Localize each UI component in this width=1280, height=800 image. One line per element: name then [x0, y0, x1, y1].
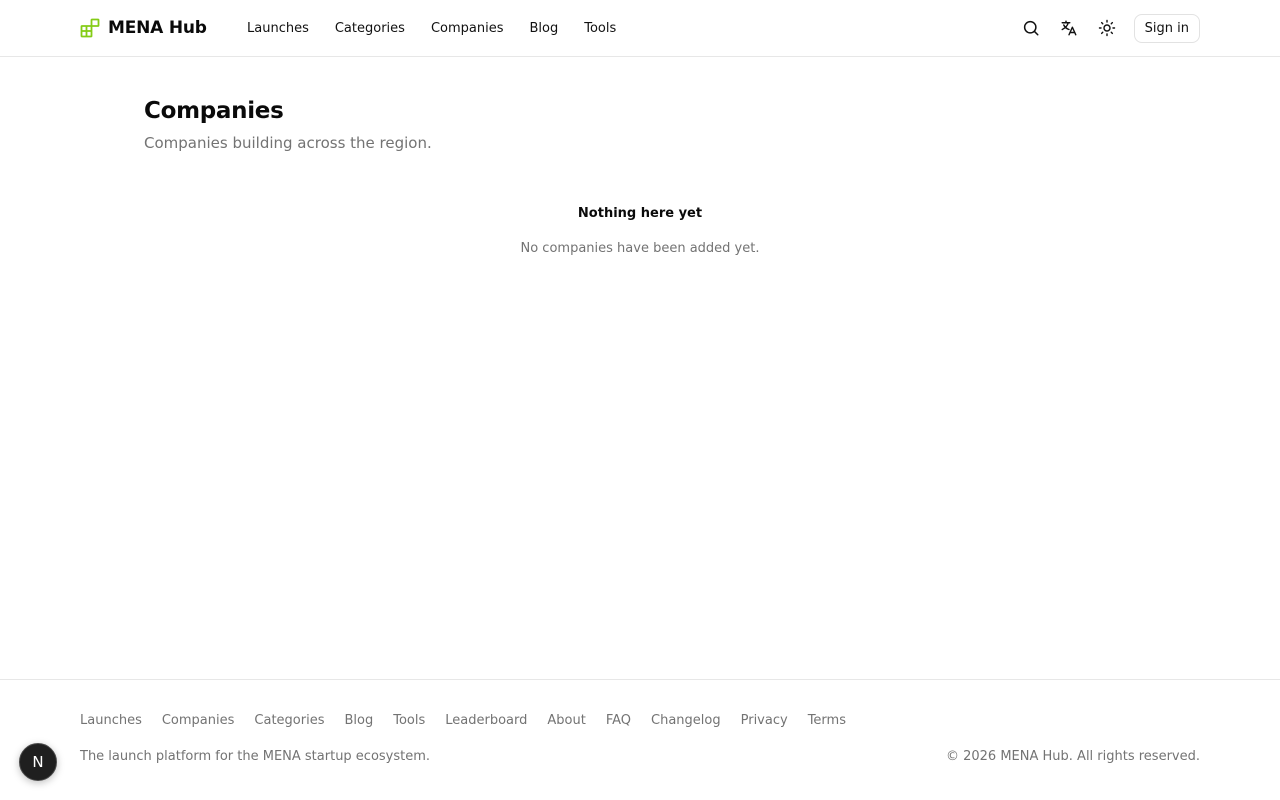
language-button[interactable]: [1058, 17, 1080, 39]
nav-categories[interactable]: Categories: [335, 21, 405, 36]
empty-state-text: No companies have been added yet.: [520, 241, 760, 256]
footer-nav: Launches Companies Categories Blog Tools…: [80, 713, 846, 728]
brand-link[interactable]: MENA Hub: [80, 16, 207, 40]
footer-link-companies[interactable]: Companies: [162, 713, 235, 728]
nav-tools[interactable]: Tools: [584, 21, 616, 36]
footer-link-categories[interactable]: Categories: [254, 713, 324, 728]
footer-link-blog[interactable]: Blog: [344, 713, 373, 728]
brand-name: MENA Hub: [108, 18, 207, 38]
footer-link-tools[interactable]: Tools: [393, 713, 425, 728]
main-nav: Launches Categories Companies Blog Tools: [247, 17, 616, 39]
search-button[interactable]: [1020, 17, 1042, 39]
translate-icon: [1061, 20, 1077, 36]
footer-link-terms[interactable]: Terms: [808, 713, 846, 728]
empty-state: Nothing here yet No companies have been …: [144, 206, 1136, 256]
sign-in-button[interactable]: Sign in: [1133, 13, 1200, 43]
footer-link-leaderboard[interactable]: Leaderboard: [445, 713, 527, 728]
footer-link-launches[interactable]: Launches: [80, 713, 142, 728]
footer-tagline: The launch platform for the MENA startup…: [80, 749, 431, 764]
footer-copyright: © 2026 MENA Hub. All rights reserved.: [945, 749, 1200, 764]
nav-blog[interactable]: Blog: [529, 21, 558, 36]
header-actions: Sign in: [1020, 13, 1200, 43]
footer-link-about[interactable]: About: [547, 713, 585, 728]
page-subtitle: Companies building across the region.: [144, 134, 432, 152]
footer-link-privacy[interactable]: Privacy: [741, 713, 788, 728]
footer-link-changelog[interactable]: Changelog: [651, 713, 721, 728]
theme-toggle-button[interactable]: [1096, 17, 1118, 39]
nextjs-devtools-button[interactable]: N: [19, 743, 57, 781]
nav-companies[interactable]: Companies: [431, 21, 504, 36]
nav-launches[interactable]: Launches: [247, 21, 309, 36]
page-title: Companies: [144, 98, 284, 124]
empty-state-title: Nothing here yet: [577, 206, 703, 221]
sun-icon: [1098, 19, 1115, 37]
site-header: MENA Hub Launches Categories Companies B…: [0, 0, 1280, 57]
search-icon: [1023, 20, 1039, 36]
footer-link-faq[interactable]: FAQ: [606, 713, 631, 728]
main-content: Companies Companies building across the …: [144, 98, 1136, 256]
logo-icon: [80, 18, 100, 38]
nextjs-logo-icon: N: [32, 753, 44, 771]
site-footer: Launches Companies Categories Blog Tools…: [0, 679, 1280, 800]
